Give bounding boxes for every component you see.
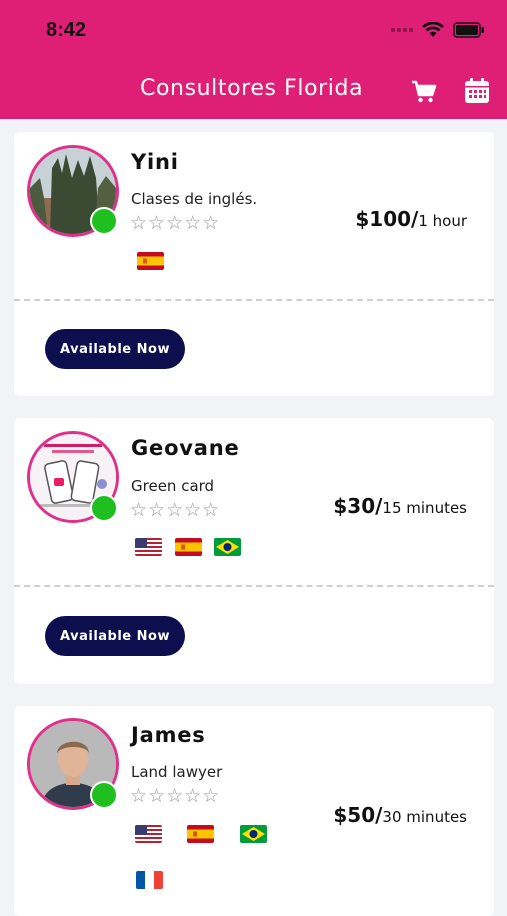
rating-stars: ☆☆☆☆☆ [130,499,221,521]
price-amount: $100/ [355,207,419,231]
available-now-button[interactable]: Available Now [45,616,185,656]
price-duration: 15 minutes [382,499,467,517]
battery-icon [453,22,484,38]
cart-icon [412,80,437,103]
wifi-icon [422,22,444,37]
online-status-dot [90,207,118,235]
consultant-card[interactable]: James Land lawyer ☆☆☆☆☆ $50/30 minutes [14,706,494,916]
consultant-card[interactable]: Geovane Green card ☆☆☆☆☆ $30/15 minutes … [14,418,494,684]
online-status-dot [90,494,118,522]
france-flag-icon [136,871,163,889]
calendar-button[interactable] [462,76,492,106]
price: $100/1 hour [355,207,467,231]
online-status-dot [90,781,118,809]
status-time: 8:42 [46,19,87,41]
consultant-name: Geovane [131,436,240,460]
calendar-icon [465,78,489,103]
brazil-flag-icon [240,825,267,843]
card-divider [14,585,494,587]
app-title: Consultores Florida [140,76,364,101]
usa-flag-icon [135,825,162,843]
consultant-name: James [131,723,206,747]
rating-stars: ☆☆☆☆☆ [130,212,221,234]
available-now-button[interactable]: Available Now [45,329,185,369]
price-amount: $30/ [333,494,383,518]
price-amount: $50/ [333,803,383,827]
consultant-name: Yini [131,150,179,174]
brazil-flag-icon [214,538,241,556]
price: $30/15 minutes [333,494,467,518]
spanish-flag-icon [187,825,214,843]
app-header: 8:42 Consultores Florida [0,0,507,119]
price-duration: 30 minutes [382,808,467,826]
cellular-signal-icon [391,28,413,32]
consultant-card[interactable]: Yini Clases de inglés. ☆☆☆☆☆ $100/1 hour… [14,132,494,396]
rating-stars: ☆☆☆☆☆ [130,785,221,807]
card-divider [14,299,494,301]
spanish-flag-icon [137,252,164,270]
consultant-specialty: Green card [131,477,215,495]
status-icons [391,22,485,38]
price: $50/30 minutes [333,803,467,827]
usa-flag-icon [135,538,162,556]
spanish-flag-icon [175,538,202,556]
cart-button[interactable] [410,78,438,106]
consultant-specialty: Land lawyer [131,763,223,781]
consultant-specialty: Clases de inglés. [131,190,258,208]
price-duration: 1 hour [418,212,467,230]
